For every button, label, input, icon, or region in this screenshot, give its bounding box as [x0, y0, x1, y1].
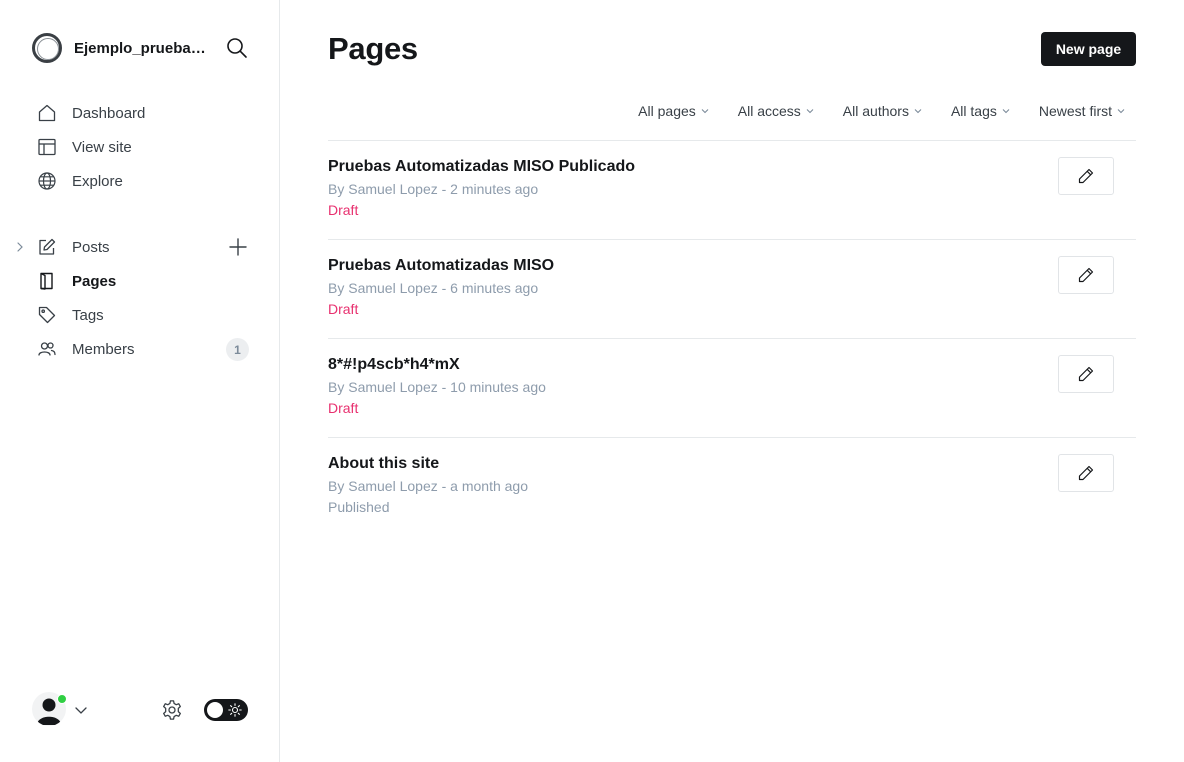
filter-label: Newest first [1038, 103, 1112, 119]
add-post-icon[interactable] [228, 237, 248, 257]
sidebar-item-tags[interactable]: Tags [0, 298, 280, 332]
status-badge: Draft [328, 301, 359, 317]
sidebar-item-label: Posts [72, 238, 110, 256]
filter-label: All access [737, 103, 801, 119]
pencil-icon [1078, 465, 1094, 481]
online-status-dot [57, 694, 67, 704]
page-icon [40, 272, 53, 290]
pencil-icon [1078, 168, 1094, 184]
page-item-meta: By Samuel Lopez - 2 minutes ago [328, 181, 539, 197]
filter-bar: All pages All access All authors All tag… [609, 100, 1125, 122]
page-item-title[interactable]: 8*#!p4scb*h4*mX [328, 356, 460, 374]
gear-icon[interactable] [161, 699, 183, 721]
list-item[interactable]: About this site By Samuel Lopez - a mont… [328, 437, 1136, 536]
edit-button[interactable] [1058, 355, 1114, 393]
sidebar-item-label: View site [72, 138, 132, 156]
filter-type-dropdown[interactable]: All pages [638, 103, 709, 119]
chevron-right-icon[interactable] [14, 241, 26, 253]
sidebar-item-posts[interactable]: Posts [0, 230, 280, 264]
page-item-title[interactable]: Pruebas Automatizadas MISO Publicado [328, 158, 635, 176]
page-item-title[interactable]: Pruebas Automatizadas MISO [328, 257, 554, 275]
filter-label: All pages [638, 103, 696, 119]
page-title: Pages [328, 31, 418, 66]
site-logo [32, 33, 62, 63]
pencil-icon [1078, 366, 1094, 382]
sidebar-item-label: Explore [72, 172, 123, 190]
globe-icon [38, 172, 56, 190]
page-item-meta: By Samuel Lopez - 6 minutes ago [328, 280, 539, 296]
page-item-title[interactable]: About this site [328, 455, 439, 473]
theme-toggle[interactable] [204, 699, 248, 721]
chevron-down-icon [1002, 109, 1010, 114]
chevron-down-icon [1117, 109, 1125, 114]
page-item-meta: By Samuel Lopez - a month ago [328, 478, 529, 494]
edit-button[interactable] [1058, 454, 1114, 492]
page-item-meta: By Samuel Lopez - 10 minutes ago [328, 379, 546, 395]
status-badge: Draft [328, 202, 359, 218]
status-badge: Published [328, 499, 390, 515]
list-item[interactable]: Pruebas Automatizadas MISO Publicado By … [328, 140, 1136, 239]
list-item[interactable]: Pruebas Automatizadas MISO By Samuel Lop… [328, 239, 1136, 338]
sidebar: Ejemplo_prueba… Dashboard View site Expl… [0, 0, 280, 762]
pages-list: Pruebas Automatizadas MISO Publicado By … [328, 140, 1136, 536]
tag-icon [38, 306, 56, 324]
site-brand[interactable]: Ejemplo_prueba… [32, 32, 248, 64]
status-badge: Draft [328, 400, 359, 416]
filter-authors-dropdown[interactable]: All authors [843, 103, 922, 119]
sidebar-item-members[interactable]: Members 1 [0, 332, 280, 366]
sidebar-item-label: Pages [72, 272, 117, 290]
toggle-knob [207, 702, 223, 718]
edit-button[interactable] [1058, 256, 1114, 294]
sort-order-dropdown[interactable]: Newest first [1039, 103, 1125, 119]
site-name: Ejemplo_prueba… [74, 39, 206, 57]
content-nav: Posts Pages Tags Members 1 [0, 230, 280, 366]
chevron-down-icon [806, 109, 814, 114]
sidebar-item-pages[interactable]: Pages [0, 264, 280, 298]
primary-nav: Dashboard View site Explore [0, 96, 280, 198]
pencil-icon [1078, 267, 1094, 283]
filter-label: All authors [842, 103, 909, 119]
sidebar-item-label: Members [72, 340, 135, 358]
filter-tags-dropdown[interactable]: All tags [951, 103, 1010, 119]
layout-icon [38, 138, 56, 156]
sidebar-item-view-site[interactable]: View site [0, 130, 280, 164]
search-icon[interactable] [226, 37, 248, 59]
members-count-badge: 1 [226, 338, 249, 361]
sidebar-item-explore[interactable]: Explore [0, 164, 280, 198]
home-icon [38, 104, 56, 122]
sidebar-item-label: Tags [72, 306, 104, 324]
filter-access-dropdown[interactable]: All access [738, 103, 814, 119]
edit-button[interactable] [1058, 157, 1114, 195]
chevron-down-icon [914, 109, 922, 114]
chevron-down-icon[interactable] [74, 703, 88, 717]
sidebar-item-label: Dashboard [72, 104, 146, 122]
filter-label: All tags [950, 103, 997, 119]
sidebar-footer [32, 692, 248, 728]
list-item[interactable]: 8*#!p4scb*h4*mX By Samuel Lopez - 10 min… [328, 338, 1136, 437]
sidebar-item-dashboard[interactable]: Dashboard [0, 96, 280, 130]
pencil-square-icon [39, 238, 56, 255]
new-page-button[interactable]: New page [1041, 32, 1136, 66]
chevron-down-icon [701, 109, 709, 114]
sun-icon [228, 703, 242, 717]
members-icon [38, 342, 56, 356]
